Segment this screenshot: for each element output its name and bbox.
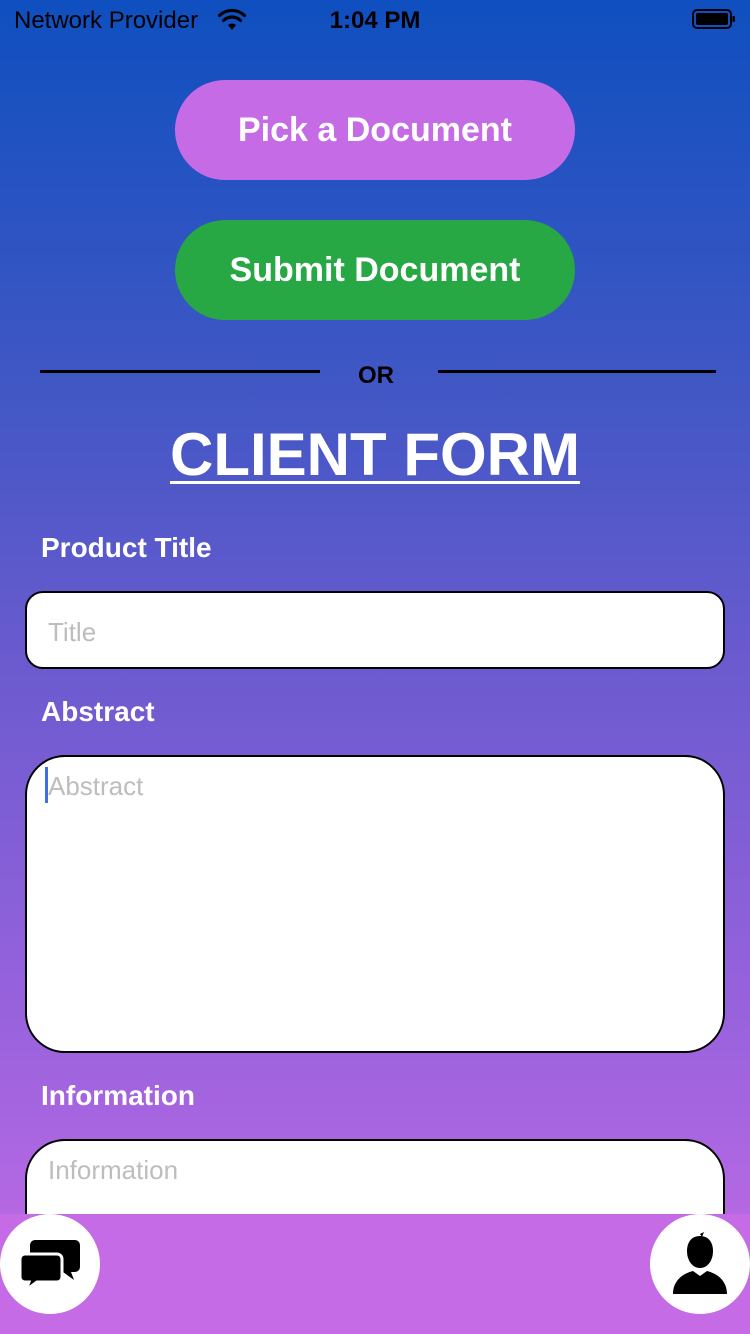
status-bar: Network Provider 1:04 PM xyxy=(0,0,750,40)
information-label: Information xyxy=(41,1080,195,1111)
divider-line-left xyxy=(40,370,320,373)
bottom-bar xyxy=(0,1214,750,1334)
product-title-input[interactable]: Title xyxy=(25,591,725,669)
user-silhouette-icon xyxy=(673,1232,727,1294)
product-title-label: Product Title xyxy=(41,532,212,563)
product-title-placeholder: Title xyxy=(48,617,97,647)
battery-icon xyxy=(692,9,735,29)
abstract-label: Abstract xyxy=(41,696,155,727)
divider-or-label: OR xyxy=(358,362,394,389)
information-placeholder: Information xyxy=(48,1155,179,1185)
chat-button[interactable] xyxy=(0,1214,100,1314)
form-title: CLIENT FORM xyxy=(170,421,580,488)
app-screen: Network Provider 1:04 PM Pick a Document… xyxy=(0,0,750,1334)
pick-document-button[interactable]: Pick a Document xyxy=(175,80,575,180)
profile-button[interactable] xyxy=(650,1214,750,1314)
submit-document-button[interactable]: Submit Document xyxy=(175,220,575,320)
abstract-placeholder: Abstract xyxy=(48,771,144,801)
chat-bubbles-icon xyxy=(19,1240,80,1292)
abstract-textarea[interactable]: Abstract xyxy=(25,755,725,1053)
clock: 1:04 PM xyxy=(329,7,421,34)
divider-line-right xyxy=(438,370,716,373)
